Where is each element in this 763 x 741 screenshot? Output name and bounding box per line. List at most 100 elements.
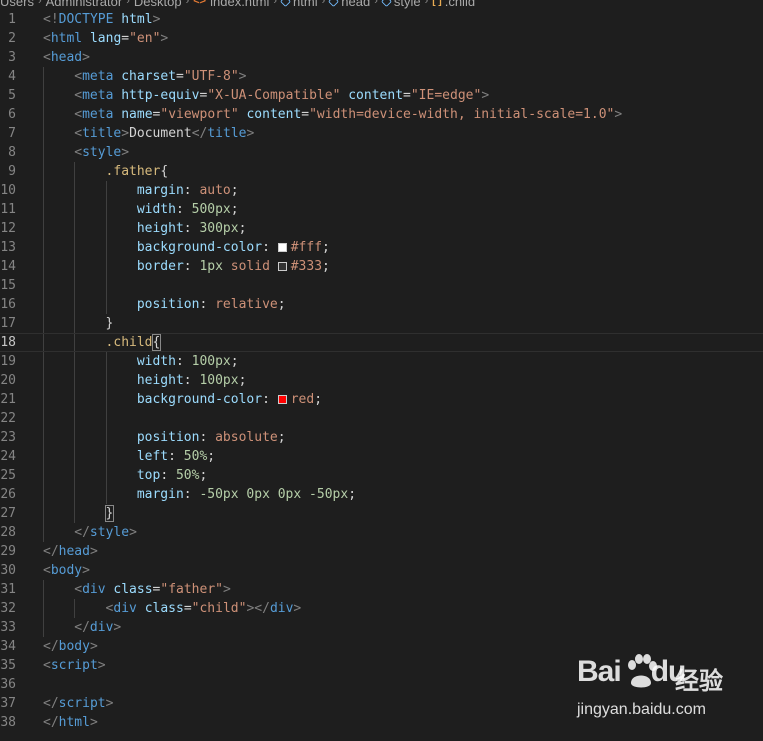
breadcrumb-item[interactable]: › <> index.html — [182, 0, 270, 9]
code-text[interactable]: </div> — [74, 618, 121, 637]
code-line[interactable]: 12 height: 300px; — [0, 219, 763, 238]
code-text[interactable]: height: 300px; — [137, 219, 247, 238]
breadcrumb-item[interactable]: › Administrator — [34, 0, 122, 9]
code-line[interactable]: 27} — [0, 504, 763, 523]
code-line[interactable]: 3 <head> — [0, 48, 763, 67]
line-number: 20 — [0, 373, 16, 388]
code-line[interactable]: 23 position: absolute; — [0, 428, 763, 447]
code-line[interactable]: 2 <html lang="en"> — [0, 29, 763, 48]
code-line[interactable]: 32 <div class="child"></div> — [0, 599, 763, 618]
code-line[interactable]: 15 — [0, 276, 763, 295]
code-text[interactable]: <!DOCTYPE html> — [43, 10, 160, 29]
color-swatch-icon[interactable] — [277, 395, 287, 404]
code-line[interactable]: 33 </div> — [0, 618, 763, 637]
code-text[interactable]: <title>Document</title> — [74, 124, 254, 143]
code-line[interactable]: 22 — [0, 409, 763, 428]
code-text[interactable]: <meta charset="UTF-8"> — [74, 67, 246, 86]
code-text[interactable]: <html lang="en"> — [43, 29, 168, 48]
code-text[interactable]: <div class="father"> — [74, 580, 231, 599]
code-line[interactable]: 13 background-color: #fff; — [0, 238, 763, 257]
code-line[interactable]: 31 <div class="father"> — [0, 580, 763, 599]
code-line[interactable]: 16 position: relative; — [0, 295, 763, 314]
color-swatch-icon[interactable] — [277, 243, 287, 252]
code-line[interactable]: 18 .child{ — [0, 333, 763, 352]
code-line[interactable]: 17} — [0, 314, 763, 333]
code-text[interactable]: .father{ — [106, 162, 169, 181]
code-line[interactable]: 4 <meta charset="UTF-8"> — [0, 67, 763, 86]
code-text[interactable]: <body> — [43, 561, 90, 580]
code-text[interactable]: border: 1px solid #333; — [137, 257, 330, 276]
code-token: > — [113, 620, 122, 635]
breadcrumb-item[interactable]: › Desktop — [122, 0, 181, 9]
code-text[interactable]: <head> — [43, 48, 90, 67]
code-token: class — [144, 601, 184, 616]
code-token: ; — [230, 183, 239, 198]
code-text[interactable]: width: 500px; — [137, 200, 239, 219]
code-line[interactable]: 14 border: 1px solid #333; — [0, 257, 763, 276]
breadcrumb-item[interactable]: › html — [269, 0, 318, 9]
code-line[interactable]: 24 left: 50%; — [0, 447, 763, 466]
indent-guide — [105, 238, 107, 257]
breadcrumb-item[interactable]: ›[ ] .child — [421, 0, 475, 9]
code-text[interactable]: .child{ — [106, 334, 162, 351]
code-text[interactable]: position: relative; — [137, 295, 286, 314]
code-line[interactable]: 9 .father{ — [0, 162, 763, 181]
code-text[interactable]: } — [106, 314, 114, 333]
indent-guide — [43, 618, 44, 637]
code-token: ; — [314, 392, 323, 407]
breadcrumb-item[interactable]: Users — [0, 0, 34, 9]
code-line[interactable]: 7 <title>Document</title> — [0, 124, 763, 143]
code-text[interactable]: <script> — [43, 656, 106, 675]
code-line[interactable]: 19 width: 100px; — [0, 352, 763, 371]
code-line[interactable]: 26 margin: -50px 0px 0px -50px; — [0, 485, 763, 504]
code-line[interactable]: 8 <style> — [0, 143, 763, 162]
code-line[interactable]: 6 <meta name="viewport" content="width=de… — [0, 105, 763, 124]
code-text[interactable]: <style> — [74, 143, 129, 162]
code-text[interactable]: <meta name="viewport" content="width=dev… — [74, 105, 622, 124]
code-text[interactable]: left: 50%; — [137, 447, 215, 466]
code-text[interactable]: </body> — [43, 637, 98, 656]
code-token: "father" — [160, 582, 223, 597]
code-text[interactable]: </script> — [43, 694, 113, 713]
code-token: background-color — [136, 392, 263, 407]
breadcrumb-item[interactable]: › head — [318, 0, 370, 9]
code-text[interactable]: </head> — [43, 542, 98, 561]
code-line[interactable]: 11 width: 500px; — [0, 200, 763, 219]
code-line[interactable]: 10 margin: auto; — [0, 181, 763, 200]
code-text[interactable]: <div class="child"></div> — [106, 599, 302, 618]
code-line[interactable]: 28 </style> — [0, 523, 763, 542]
code-line[interactable]: 29 </head> — [0, 542, 763, 561]
chevron-right-icon: › — [424, 0, 429, 7]
code-text[interactable]: background-color: red; — [137, 390, 322, 409]
code-text[interactable]: margin: auto; — [137, 181, 239, 200]
code-line[interactable]: 30 <body> — [0, 561, 763, 580]
color-swatch-icon[interactable] — [277, 262, 287, 271]
code-text[interactable]: } — [104, 504, 115, 523]
code-text[interactable]: top: 50%; — [137, 466, 207, 485]
code-text[interactable]: height: 100px; — [137, 371, 247, 390]
indent-guide — [43, 352, 44, 371]
code-line[interactable]: 20 height: 100px; — [0, 371, 763, 390]
code-editor[interactable]: 1 <!DOCTYPE html> 2 <html lang="en"> 3 <head>… — [0, 10, 763, 732]
code-line[interactable]: 25 top: 50%; — [0, 466, 763, 485]
code-token: > — [293, 601, 302, 616]
line-number: 3 — [8, 50, 16, 65]
indent-guide — [105, 485, 107, 504]
code-line[interactable]: 21 background-color: red; — [0, 390, 763, 409]
code-text[interactable]: width: 100px; — [137, 352, 239, 371]
code-token: "child" — [191, 601, 247, 616]
code-text[interactable]: position: absolute; — [137, 428, 286, 447]
code-text[interactable]: </html> — [43, 713, 98, 732]
code-text[interactable]: </style> — [74, 523, 137, 542]
code-line[interactable]: 1 <!DOCTYPE html> — [0, 10, 763, 29]
breadcrumb-item[interactable]: › style — [370, 0, 421, 9]
indent-guide — [105, 409, 107, 428]
code-line[interactable]: 5 <meta http-equiv = "X-UA-Compatible" cont… — [0, 86, 763, 105]
indent-guide — [74, 409, 76, 428]
code-token: = — [183, 601, 192, 616]
code-text[interactable]: <meta http-equiv = "X-UA-Compatible" conte… — [74, 86, 489, 105]
indent-guide — [43, 504, 44, 523]
code-text[interactable]: margin: -50px 0px 0px -50px; — [137, 485, 356, 504]
code-text[interactable]: background-color: #fff; — [137, 238, 330, 257]
